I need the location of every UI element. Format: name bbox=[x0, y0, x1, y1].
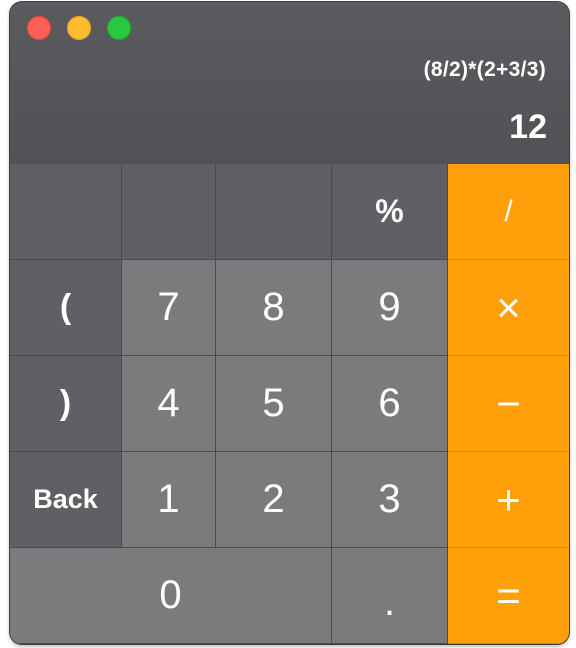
digit-0-button[interactable]: 0 bbox=[10, 548, 332, 644]
maximize-window-button[interactable] bbox=[107, 16, 131, 40]
decimal-button[interactable]: . bbox=[332, 548, 448, 644]
digit-8-button[interactable]: 8 bbox=[216, 260, 332, 356]
close-window-button[interactable] bbox=[27, 16, 51, 40]
divide-button[interactable]: / bbox=[448, 164, 569, 260]
blank-key-2[interactable] bbox=[122, 164, 216, 260]
result-display: 12 bbox=[509, 108, 547, 146]
digit-4-button[interactable]: 4 bbox=[122, 356, 216, 452]
digit-9-button[interactable]: 9 bbox=[332, 260, 448, 356]
blank-key-3[interactable] bbox=[216, 164, 332, 260]
blank-key-1[interactable] bbox=[10, 164, 122, 260]
minus-button[interactable]: − bbox=[448, 356, 569, 452]
digit-5-button[interactable]: 5 bbox=[216, 356, 332, 452]
plus-button[interactable]: + bbox=[448, 452, 569, 548]
digit-7-button[interactable]: 7 bbox=[122, 260, 216, 356]
percent-button[interactable]: % bbox=[332, 164, 448, 260]
expression-display: (8/2)*(2+3/3) bbox=[423, 58, 546, 81]
minimize-window-button[interactable] bbox=[67, 16, 91, 40]
equals-button[interactable]: = bbox=[448, 548, 569, 644]
close-paren-button[interactable]: ) bbox=[10, 356, 122, 452]
digit-1-button[interactable]: 1 bbox=[122, 452, 216, 548]
digit-3-button[interactable]: 3 bbox=[332, 452, 448, 548]
back-button[interactable]: Back bbox=[10, 452, 122, 548]
display-panel: (8/2)*(2+3/3) 12 bbox=[10, 2, 569, 164]
digit-6-button[interactable]: 6 bbox=[332, 356, 448, 452]
open-paren-button[interactable]: ( bbox=[10, 260, 122, 356]
digit-2-button[interactable]: 2 bbox=[216, 452, 332, 548]
multiply-button[interactable]: × bbox=[448, 260, 569, 356]
keypad: % / ( 7 8 9 × ) 4 5 6 − Back 1 2 3 + 0 .… bbox=[10, 164, 569, 644]
calculator-window: (8/2)*(2+3/3) 12 % / ( 7 8 9 × ) 4 5 6 −… bbox=[10, 2, 569, 644]
